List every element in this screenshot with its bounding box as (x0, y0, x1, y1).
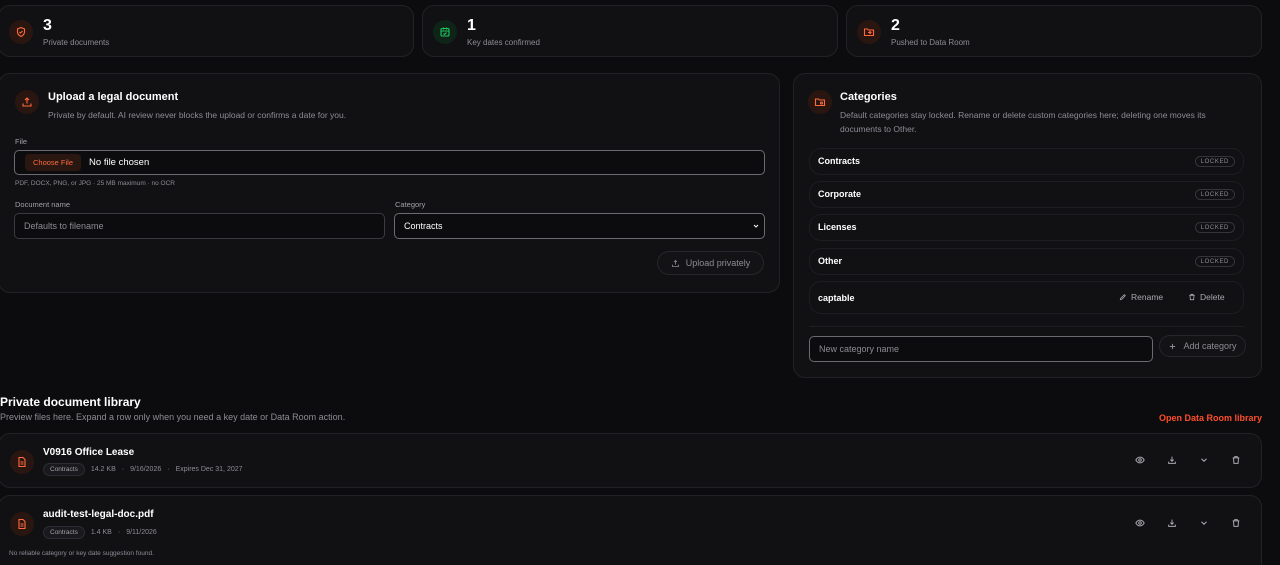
folder-tag-icon (808, 90, 832, 114)
document-title: V0916 Office Lease (43, 447, 135, 458)
upload-date: 9/11/2026 (126, 529, 157, 536)
stat-label: Key dates confirmed (467, 38, 540, 47)
category-row-licenses: Licenses LOCKED (809, 214, 1244, 241)
stat-value: 1 (467, 17, 476, 34)
chevron-down-icon (1201, 458, 1207, 463)
separator-dot: · (121, 466, 125, 473)
stat-card-data-room: 2 Pushed to Data Room (846, 5, 1262, 57)
upload-icon (671, 259, 679, 267)
separator-dot: · (117, 529, 121, 536)
file-input[interactable]: Choose File No file chosen (14, 150, 765, 175)
document-row[interactable] (0, 495, 1262, 565)
eye-icon (1135, 519, 1145, 527)
locked-badge: LOCKED (1194, 256, 1235, 267)
file-size: 14.2 KB (90, 466, 116, 473)
document-actions (1131, 451, 1245, 469)
category-label: Category (395, 200, 426, 209)
expand-button[interactable] (1195, 451, 1213, 469)
delete-label: Delete (1200, 292, 1225, 302)
new-category-placeholder: New category name (819, 344, 900, 354)
category-tag: Contracts (43, 463, 85, 476)
stat-label: Private documents (43, 38, 110, 47)
category-row-other: Other LOCKED (809, 248, 1244, 275)
category-select-value: Contracts (404, 221, 443, 231)
library-title: Private document library (0, 395, 141, 409)
upload-subtitle: Private by default. AI review never bloc… (48, 110, 347, 120)
category-row-captable: captable Rename Delete (809, 281, 1244, 314)
document-actions (1131, 514, 1245, 532)
choose-file-button[interactable]: Choose File (25, 154, 82, 171)
rename-category-button[interactable]: Rename (1119, 292, 1163, 302)
category-name: Corporate (818, 189, 862, 199)
locked-badge: LOCKED (1194, 156, 1235, 167)
plus-icon (1170, 343, 1176, 349)
categories-subtitle: Default categories stay locked. Rename o… (840, 110, 1206, 134)
delete-document-button[interactable] (1227, 514, 1245, 532)
rename-label: Rename (1131, 292, 1164, 302)
trash-icon (1232, 456, 1240, 464)
stat-label: Pushed to Data Room (891, 38, 970, 47)
add-category-button[interactable]: Add category (1159, 335, 1246, 357)
separator-dot: · (167, 466, 170, 473)
stat-card-key-dates: 1 Key dates confirmed (422, 5, 838, 57)
document-meta: Contracts 1.4 KB · 9/11/2026 (43, 526, 157, 539)
category-name: Other (818, 256, 843, 266)
ai-suggestion-note: No reliable category or key date suggest… (9, 550, 154, 557)
document-title: audit-test-legal-doc.pdf (43, 509, 154, 520)
file-size: 1.4 KB (90, 529, 112, 536)
eye-icon (1135, 456, 1145, 464)
locked-badge: LOCKED (1194, 189, 1235, 200)
category-select[interactable]: Contracts (394, 213, 765, 239)
download-icon (1168, 519, 1176, 527)
document-icon (10, 512, 34, 536)
upload-date: 9/16/2026 (130, 466, 162, 473)
new-category-input[interactable]: New category name (809, 336, 1153, 362)
trash-icon (1189, 293, 1195, 301)
stat-card-private-documents: 3 Private documents (0, 5, 414, 57)
upload-privately-button[interactable]: Upload privately (657, 251, 764, 275)
upload-icon (15, 90, 39, 114)
category-name: Licenses (818, 222, 857, 232)
file-status: No file chosen (89, 157, 150, 168)
categories-divider (809, 326, 1244, 327)
download-icon (1168, 456, 1176, 464)
preview-button[interactable] (1131, 514, 1149, 532)
delete-category-button[interactable]: Delete (1188, 292, 1225, 302)
category-row-corporate: Corporate LOCKED (809, 181, 1244, 208)
file-label: File (15, 137, 28, 146)
calendar-check-icon (433, 20, 457, 44)
download-button[interactable] (1163, 514, 1181, 532)
category-tag: Contracts (43, 526, 85, 539)
download-button[interactable] (1163, 451, 1181, 469)
stat-value: 3 (43, 17, 52, 34)
category-name: captable (818, 293, 855, 303)
document-name-input[interactable]: Defaults to filename (14, 213, 385, 239)
category-row-contracts: Contracts LOCKED (809, 148, 1244, 175)
open-data-room-link[interactable]: Open Data Room library (1159, 413, 1262, 423)
chevron-down-icon (753, 224, 759, 228)
stat-value: 2 (891, 17, 900, 34)
trash-icon (1232, 519, 1240, 527)
library-subtitle: Preview files here. Expand a row only wh… (0, 412, 346, 422)
locked-badge: LOCKED (1194, 222, 1235, 233)
file-hint: PDF, DOCX, PNG, or JPG · 25 MB maximum ·… (15, 180, 175, 187)
upload-title: Upload a legal document (48, 91, 179, 103)
document-name-placeholder: Defaults to filename (24, 221, 104, 231)
categories-title: Categories (840, 91, 897, 103)
expand-button[interactable] (1195, 514, 1213, 532)
expiry-date: Expires Dec 31, 2027 (175, 466, 243, 473)
chevron-down-icon (1201, 521, 1207, 526)
shield-icon (9, 20, 33, 44)
add-category-label: Add category (1183, 341, 1237, 351)
document-row[interactable] (0, 433, 1262, 488)
delete-document-button[interactable] (1227, 451, 1245, 469)
document-meta: Contracts 14.2 KB · 9/16/2026 · Expires … (43, 463, 243, 476)
document-name-label: Document name (15, 200, 71, 209)
category-name: Contracts (818, 156, 861, 166)
document-icon (10, 450, 34, 474)
folder-arrow-icon (857, 20, 881, 44)
pencil-icon (1119, 294, 1126, 301)
preview-button[interactable] (1131, 451, 1149, 469)
upload-privately-label: Upload privately (685, 258, 751, 268)
